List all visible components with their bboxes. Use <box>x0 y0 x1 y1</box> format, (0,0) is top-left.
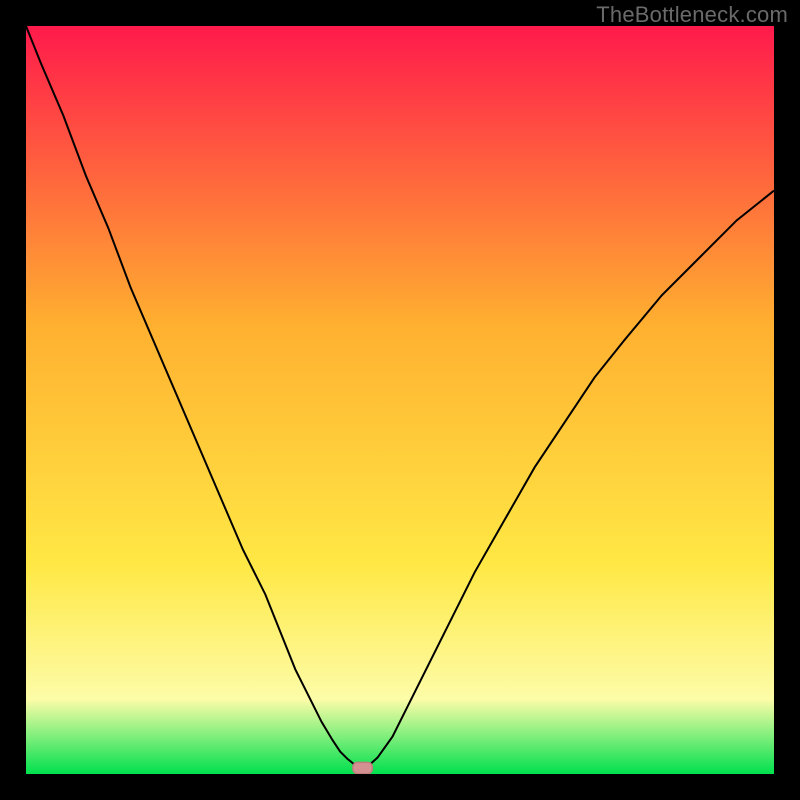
optimal-point-marker <box>353 762 372 773</box>
watermark-text: TheBottleneck.com <box>596 2 788 28</box>
chart-frame: { "watermark": "TheBottleneck.com", "col… <box>0 0 800 800</box>
bottleneck-chart <box>26 26 774 774</box>
gradient-background <box>26 26 774 774</box>
